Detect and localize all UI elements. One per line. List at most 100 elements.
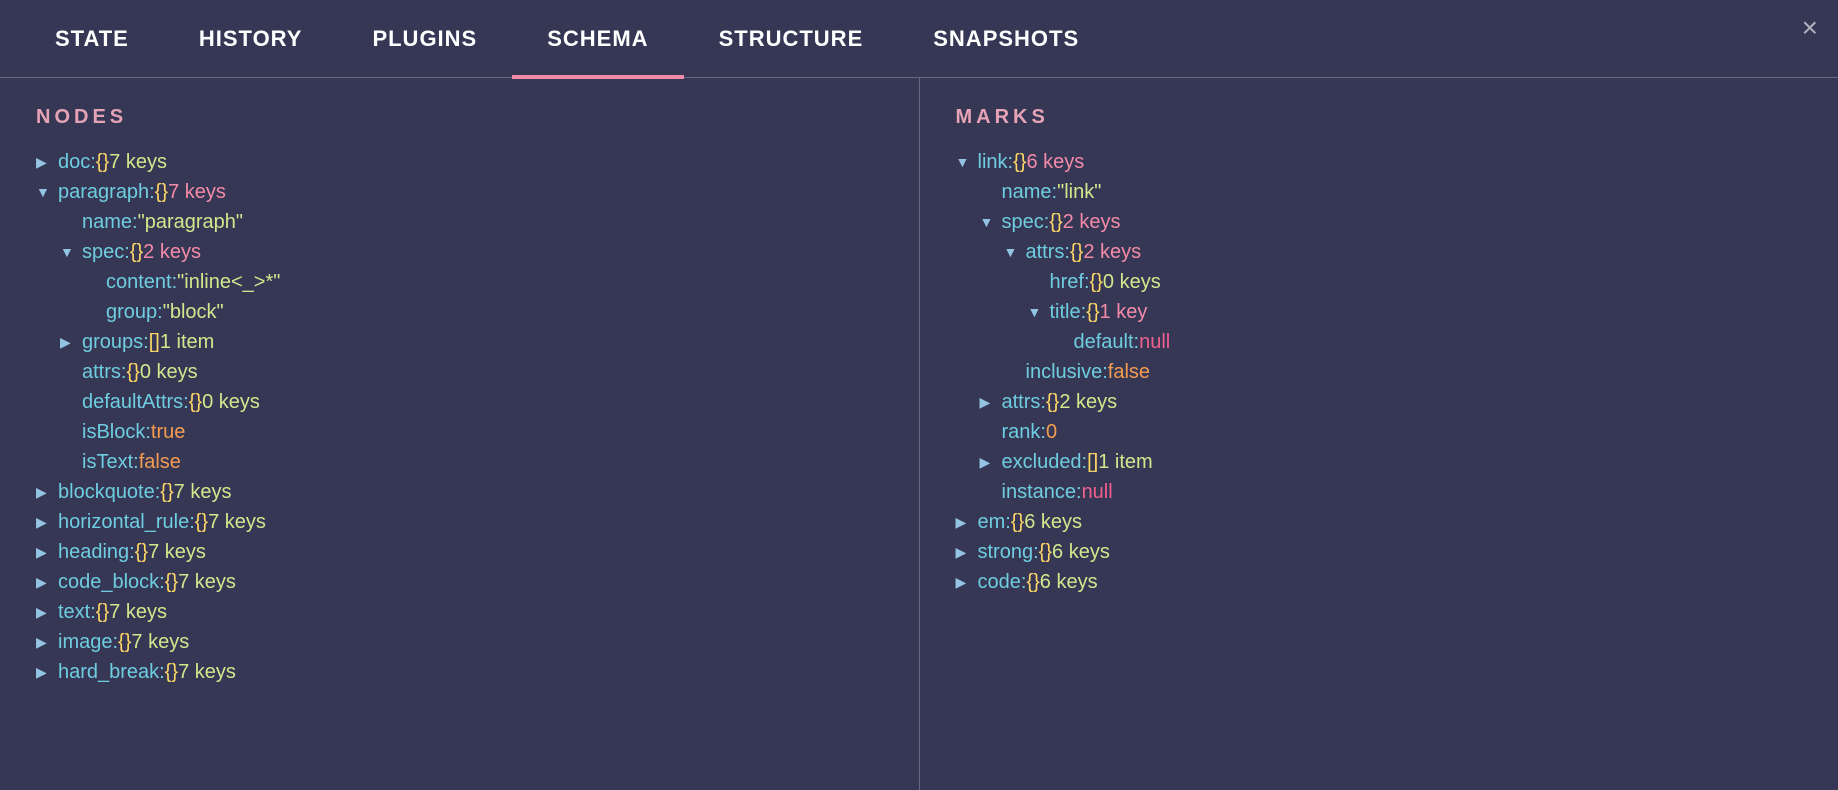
summary: 7 keys xyxy=(131,627,189,657)
tab-history[interactable]: HISTORY xyxy=(164,0,338,78)
tree-row: ▶group: "block" xyxy=(36,297,895,327)
tree-row: ▶attrs: {} 0 keys xyxy=(36,357,895,387)
brackets: {} xyxy=(1049,207,1062,237)
tree-row[interactable]: ▶groups: [] 1 item xyxy=(36,327,895,357)
caret-right-icon[interactable]: ▶ xyxy=(36,567,58,597)
brackets: {} xyxy=(160,477,173,507)
tree-row: ▶isText: false xyxy=(36,447,895,477)
tab-snapshots[interactable]: SNAPSHOTS xyxy=(898,0,1114,78)
tab-state[interactable]: STATE xyxy=(20,0,164,78)
tree-row[interactable]: ▶heading: {} 7 keys xyxy=(36,537,895,567)
tree-row[interactable]: ▼spec: {} 2 keys xyxy=(36,237,895,267)
tree-key: attrs: xyxy=(1026,237,1070,267)
brackets: {} xyxy=(195,507,208,537)
tree-row[interactable]: ▼attrs: {} 2 keys xyxy=(956,237,1815,267)
nodes-tree: ▶doc: {} 7 keys▼paragraph: {} 7 keys▶nam… xyxy=(36,147,895,687)
caret-down-icon[interactable]: ▼ xyxy=(980,207,1002,237)
caret-right-icon[interactable]: ▶ xyxy=(36,507,58,537)
tree-row: ▶href: {} 0 keys xyxy=(956,267,1815,297)
summary: 0 keys xyxy=(1103,267,1161,297)
summary: 7 keys xyxy=(178,567,236,597)
summary: 2 keys xyxy=(1083,237,1141,267)
caret-right-icon[interactable]: ▶ xyxy=(956,507,978,537)
tree-row[interactable]: ▶em: {} 6 keys xyxy=(956,507,1815,537)
brackets: {} xyxy=(135,537,148,567)
tab-plugins[interactable]: PLUGINS xyxy=(337,0,512,78)
value: 0 xyxy=(1046,417,1057,447)
tree-key: code_block: xyxy=(58,567,165,597)
summary: 7 keys xyxy=(174,477,232,507)
summary: 1 key xyxy=(1100,297,1148,327)
tree-key: name: xyxy=(82,207,138,237)
value: false xyxy=(139,447,181,477)
caret-down-icon[interactable]: ▼ xyxy=(956,147,978,177)
value: "inline<_>*" xyxy=(177,267,280,297)
caret-right-icon[interactable]: ▶ xyxy=(980,447,1002,477)
caret-right-icon[interactable]: ▶ xyxy=(36,537,58,567)
tree-row[interactable]: ▶strong: {} 6 keys xyxy=(956,537,1815,567)
caret-right-icon[interactable]: ▶ xyxy=(36,657,58,687)
tree-key: spec: xyxy=(1002,207,1050,237)
caret-down-icon[interactable]: ▼ xyxy=(60,237,82,267)
tree-row[interactable]: ▼title: {} 1 key xyxy=(956,297,1815,327)
caret-right-icon[interactable]: ▶ xyxy=(956,537,978,567)
tab-schema[interactable]: SCHEMA xyxy=(512,0,683,78)
tree-row: ▶defaultAttrs: {} 0 keys xyxy=(36,387,895,417)
caret-right-icon[interactable]: ▶ xyxy=(956,567,978,597)
tab-structure[interactable]: STRUCTURE xyxy=(684,0,899,78)
close-icon[interactable]: × xyxy=(1802,14,1818,42)
tree-row[interactable]: ▶blockquote: {} 7 keys xyxy=(36,477,895,507)
tree-row[interactable]: ▶excluded: [] 1 item xyxy=(956,447,1815,477)
brackets: {} xyxy=(1039,537,1052,567)
nodes-heading: NODES xyxy=(36,106,895,129)
tree-key: em: xyxy=(978,507,1011,537)
tree-row[interactable]: ▶text: {} 7 keys xyxy=(36,597,895,627)
tree-key: attrs: xyxy=(1002,387,1046,417)
summary: 2 keys xyxy=(143,237,201,267)
caret-down-icon[interactable]: ▼ xyxy=(1004,237,1026,267)
marks-heading: MARKS xyxy=(956,106,1815,129)
tree-row[interactable]: ▼paragraph: {} 7 keys xyxy=(36,177,895,207)
caret-right-icon[interactable]: ▶ xyxy=(980,387,1002,417)
tree-row[interactable]: ▶image: {} 7 keys xyxy=(36,627,895,657)
tree-row[interactable]: ▶code_block: {} 7 keys xyxy=(36,567,895,597)
value: null xyxy=(1082,477,1113,507)
brackets: {} xyxy=(1011,507,1024,537)
summary: 0 keys xyxy=(202,387,260,417)
summary: 7 keys xyxy=(208,507,266,537)
tree-row[interactable]: ▼link: {} 6 keys xyxy=(956,147,1815,177)
tree-key: link: xyxy=(978,147,1014,177)
caret-right-icon[interactable]: ▶ xyxy=(36,597,58,627)
tree-key: image: xyxy=(58,627,118,657)
tree-key: isText: xyxy=(82,447,139,477)
caret-right-icon[interactable]: ▶ xyxy=(36,147,58,177)
tree-key: text: xyxy=(58,597,96,627)
tree-row[interactable]: ▶horizontal_rule: {} 7 keys xyxy=(36,507,895,537)
summary: 6 keys xyxy=(1026,147,1084,177)
caret-down-icon[interactable]: ▼ xyxy=(1028,297,1050,327)
caret-down-icon[interactable]: ▼ xyxy=(36,177,58,207)
tree-row[interactable]: ▶code: {} 6 keys xyxy=(956,567,1815,597)
summary: 2 keys xyxy=(1059,387,1117,417)
summary: 1 item xyxy=(160,327,214,357)
tree-key: excluded: xyxy=(1002,447,1088,477)
summary: 6 keys xyxy=(1024,507,1082,537)
tree-row[interactable]: ▶hard_break: {} 7 keys xyxy=(36,657,895,687)
brackets: {} xyxy=(165,567,178,597)
summary: 1 item xyxy=(1098,447,1152,477)
tree-key: hard_break: xyxy=(58,657,165,687)
tree-key: rank: xyxy=(1002,417,1046,447)
tree-key: default: xyxy=(1074,327,1140,357)
caret-right-icon[interactable]: ▶ xyxy=(36,627,58,657)
brackets: {} xyxy=(155,177,168,207)
brackets: [] xyxy=(149,327,160,357)
tree-key: spec: xyxy=(82,237,130,267)
summary: 7 keys xyxy=(109,597,167,627)
caret-right-icon[interactable]: ▶ xyxy=(60,327,82,357)
tree-row[interactable]: ▶doc: {} 7 keys xyxy=(36,147,895,177)
tree-row[interactable]: ▶attrs: {} 2 keys xyxy=(956,387,1815,417)
tree-key: group: xyxy=(106,297,163,327)
tree-key: groups: xyxy=(82,327,149,357)
caret-right-icon[interactable]: ▶ xyxy=(36,477,58,507)
tree-row[interactable]: ▼spec: {} 2 keys xyxy=(956,207,1815,237)
